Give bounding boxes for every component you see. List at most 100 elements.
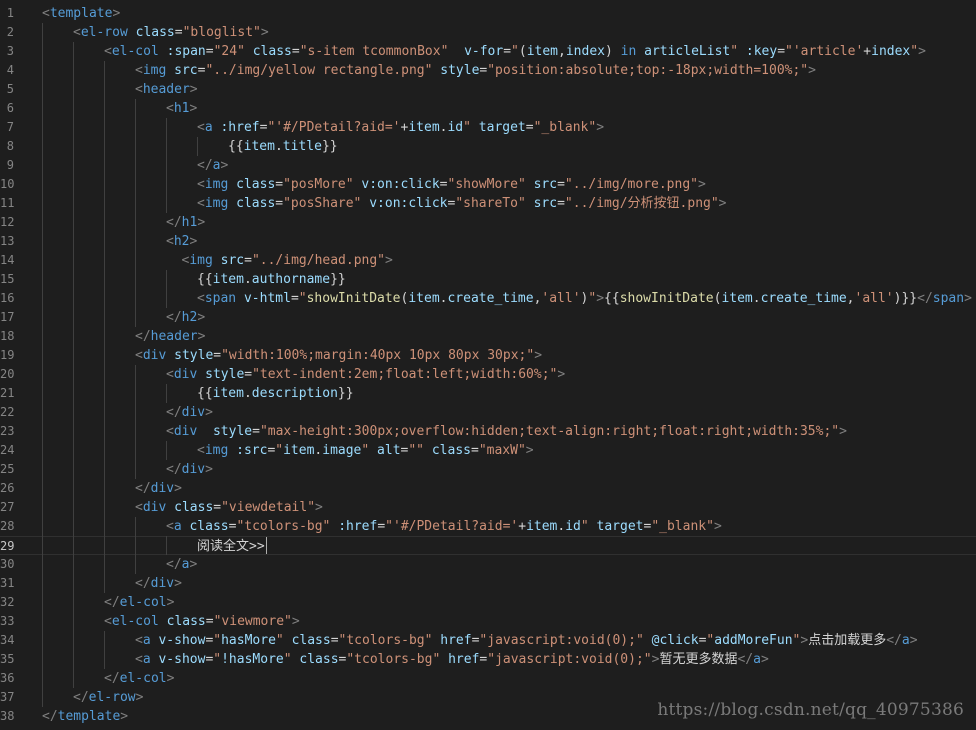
code-token: "max-height:300px;overflow:hidden;text-a… — [259, 424, 840, 439]
code-line[interactable]: 25 </div> — [0, 460, 976, 479]
code-token: = — [439, 177, 448, 192]
code-token: class — [166, 614, 206, 629]
code-token: create_time — [760, 291, 847, 306]
code-line[interactable]: 21 {{item.description}} — [0, 384, 976, 403]
code-token: header — [150, 329, 198, 344]
code-token: + — [518, 519, 527, 534]
code-line[interactable]: 7 <a :href="'#/PDetail?aid='+item.id" tar… — [0, 118, 976, 137]
code-line[interactable]: 9 </a> — [0, 156, 976, 175]
code-line[interactable]: 29 阅读全文>> — [0, 536, 976, 555]
code-token: div — [142, 500, 167, 515]
code-line[interactable]: 14 <img src="../img/head.png"> — [0, 251, 976, 270]
line-number: 17 — [0, 310, 15, 324]
line-code: </el-col> — [104, 669, 174, 688]
code-token: > — [220, 158, 229, 173]
code-line[interactable]: 23 <div style="max-height:300px;overflow:… — [0, 422, 976, 441]
code-line[interactable]: 27 <div class="viewdetail"> — [0, 498, 976, 517]
code-token: = — [291, 44, 300, 59]
code-token: img — [204, 196, 229, 211]
line-number: 7 — [6, 120, 14, 134]
line-code: {{item.title}} — [228, 137, 338, 156]
code-token: , — [558, 44, 566, 59]
code-token: < — [135, 348, 143, 363]
code-line[interactable]: 18 </header> — [0, 327, 976, 346]
code-token: class — [174, 500, 214, 515]
code-line[interactable]: 5 <header> — [0, 80, 976, 99]
code-token: index — [565, 44, 605, 59]
code-token: el-row — [88, 690, 136, 705]
code-line[interactable]: 13 <h2> — [0, 232, 976, 251]
code-token: a — [142, 652, 151, 667]
code-line[interactable]: 2 <el-row class="bloglist"> — [0, 23, 976, 42]
code-token: > — [189, 234, 198, 249]
code-line[interactable]: 36 </el-col> — [0, 669, 976, 688]
line-number: 13 — [0, 234, 15, 248]
code-token: :src — [236, 443, 268, 458]
code-line[interactable]: 3 <el-col :span="24" class="s-item tcommo… — [0, 42, 976, 61]
code-token: > — [174, 576, 182, 591]
code-token: > — [596, 291, 605, 306]
code-token: "posMore" — [283, 177, 354, 192]
code-token: class — [431, 443, 471, 458]
code-line[interactable]: 17 </h2> — [0, 308, 976, 327]
code-token: v:on:click — [361, 177, 440, 192]
code-token: = — [557, 177, 565, 192]
code-line[interactable]: 32 </el-col> — [0, 593, 976, 612]
indent-guide — [166, 118, 167, 213]
code-line[interactable]: 10 <img class="posMore" v:on:click="showM… — [0, 175, 976, 194]
line-number: 25 — [0, 462, 15, 476]
code-token: "tcolors-bg" — [346, 652, 441, 667]
line-number: 35 — [0, 652, 15, 666]
code-token: </ — [166, 405, 182, 420]
code-line[interactable]: 4 <img src="../img/yellow rectangle.png" … — [0, 61, 976, 80]
code-line[interactable]: 26 </div> — [0, 479, 976, 498]
code-token: = — [174, 25, 183, 40]
code-token: < — [135, 82, 143, 97]
code-line[interactable]: 34 <a v-show="hasMore" class="tcolors-bg"… — [0, 631, 976, 650]
code-token: a — [204, 120, 213, 135]
code-token: image — [322, 443, 362, 458]
code-token: </ — [166, 310, 182, 325]
code-line[interactable]: 6 <h1> — [0, 99, 976, 118]
line-number: 26 — [0, 481, 15, 495]
indent-guide — [135, 365, 136, 479]
code-line[interactable]: 33 <el-col class="viewmore"> — [0, 612, 976, 631]
code-line[interactable]: 24 <img :src="item.image" alt="" class="m… — [0, 441, 976, 460]
code-token: src — [220, 253, 245, 268]
code-token: description — [251, 386, 338, 401]
line-code: </el-row> — [73, 688, 143, 707]
code-token: span — [204, 291, 237, 306]
code-token: < — [135, 63, 143, 78]
code-line[interactable]: 8 {{item.title}} — [0, 137, 976, 156]
code-line[interactable]: 30 </a> — [0, 555, 976, 574]
code-token: {{ — [197, 386, 213, 401]
code-token: div — [142, 348, 167, 363]
line-code: <div class="viewdetail"> — [135, 498, 323, 517]
code-token: </ — [917, 291, 933, 306]
code-line[interactable]: 11 <img class="posShare" v:on:click="shar… — [0, 194, 976, 213]
code-editor[interactable]: 1 <template> 2 <el-row class="bloglist"> 3 <e… — [0, 0, 976, 730]
code-token: span — [932, 291, 965, 306]
indent-guide — [135, 517, 136, 574]
code-line[interactable]: 12 </h1> — [0, 213, 976, 232]
code-token: = — [377, 519, 386, 534]
code-token: "tcolors-bg" — [338, 633, 433, 648]
code-token: = — [275, 177, 284, 192]
code-line[interactable]: 35 <a v-show="!hasMore" class="tcolors-bg… — [0, 650, 976, 669]
code-token: " — [730, 44, 739, 59]
text-cursor — [265, 537, 267, 554]
code-line[interactable]: 1 <template> — [0, 4, 976, 23]
code-line[interactable]: 31 </div> — [0, 574, 976, 593]
code-line[interactable]: 16 <span v-html="showInitDate(item.create… — [0, 289, 976, 308]
code-line[interactable]: 22 </div> — [0, 403, 976, 422]
code-line[interactable]: 19 <div style="width:100%;margin:40px 10p… — [0, 346, 976, 365]
code-token: style — [212, 424, 253, 439]
code-line[interactable]: 28 <a class="tcolors-bg" :href="'#/PDetai… — [0, 517, 976, 536]
code-line[interactable]: 20 <div style="text-indent:2em;float:left… — [0, 365, 976, 384]
code-line[interactable]: 15 {{item.authorname}} — [0, 270, 976, 289]
code-token: > — [534, 348, 543, 363]
